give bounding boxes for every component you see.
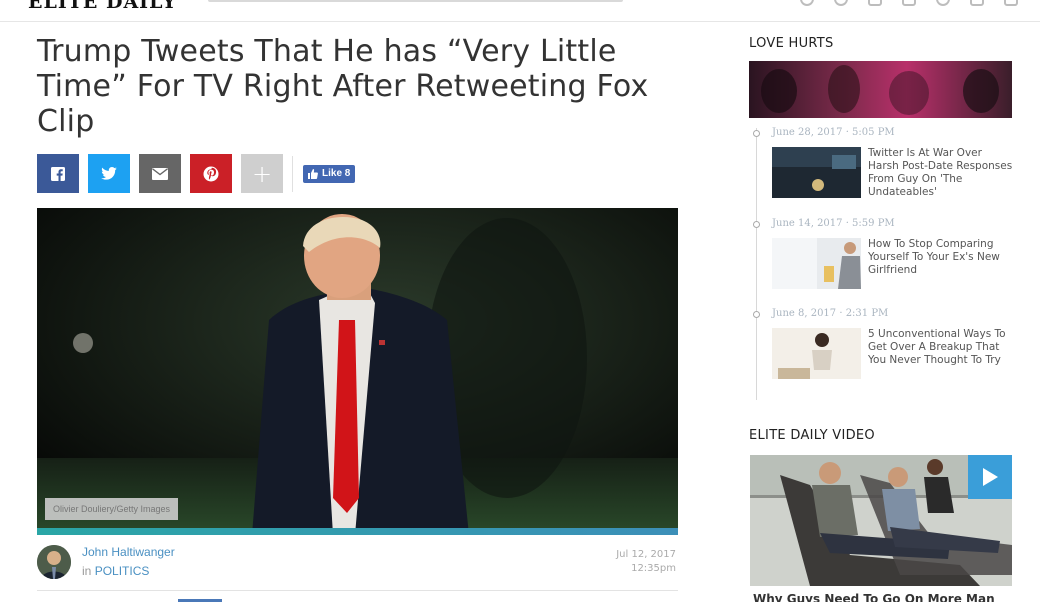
more-share-button[interactable]: +	[241, 154, 283, 193]
facebook-icon[interactable]	[868, 0, 882, 6]
item-title-link[interactable]: Twitter Is At War Over Harsh Post-Date R…	[868, 147, 1014, 199]
byline: John Haltiwanger in POLITICS Jul 12, 201…	[37, 543, 678, 591]
share-divider	[292, 155, 293, 192]
thumbs-up-icon	[308, 168, 318, 179]
user-icon[interactable]	[834, 0, 848, 6]
section-link[interactable]: POLITICS	[95, 564, 150, 578]
twitter-share-button[interactable]	[88, 154, 130, 193]
search-icon[interactable]	[800, 0, 814, 6]
top-icon-group	[800, 0, 1018, 6]
like-count-label: Like 8	[322, 168, 351, 179]
twitter-icon	[101, 167, 117, 180]
nav-links-cropped[interactable]	[208, 0, 623, 2]
youtube-icon[interactable]	[970, 0, 984, 6]
video-caption-link[interactable]: Why Guys Need To Go On More Man	[753, 592, 995, 602]
instagram-icon[interactable]	[902, 0, 916, 6]
item-thumbnail[interactable]	[772, 238, 861, 289]
section-line: in POLITICS	[82, 564, 149, 578]
timeline-dot	[753, 311, 760, 318]
facebook-icon	[51, 166, 65, 181]
love-hurts-item[interactable]: June 14, 2017 · 5:59 PM How To Stop Comp…	[752, 218, 1014, 298]
site-logo[interactable]: ELITE DAILY	[28, 0, 177, 13]
publish-date: Jul 12, 2017 12:35pm	[616, 548, 676, 576]
hero-photo	[37, 208, 678, 535]
video-heading[interactable]: ELITE DAILY VIDEO	[749, 428, 875, 443]
top-navigation: ELITE DAILY	[0, 0, 1040, 22]
play-icon	[983, 468, 998, 486]
item-title-link[interactable]: 5 Unconventional Ways To Get Over A Brea…	[868, 328, 1014, 367]
section-prefix: in	[82, 564, 92, 578]
plus-icon: +	[251, 159, 273, 188]
item-thumbnail[interactable]	[772, 328, 861, 379]
email-icon	[152, 167, 168, 180]
author-name-link[interactable]: John Haltiwanger	[82, 545, 175, 559]
article-headline: Trump Tweets That He has “Very Little Ti…	[37, 34, 649, 139]
love-hurts-item[interactable]: June 28, 2017 · 5:05 PM Twitter Is At Wa…	[752, 127, 1014, 207]
photo-credit: Olivier Douliery/Getty Images	[45, 498, 179, 520]
author-avatar[interactable]	[37, 545, 71, 579]
love-hurts-heading[interactable]: LOVE HURTS	[749, 36, 834, 51]
play-button[interactable]	[968, 455, 1012, 499]
pinterest-icon	[203, 166, 219, 181]
menu-icon[interactable]	[1004, 0, 1018, 6]
video-thumbnail[interactable]	[750, 455, 1012, 586]
hero-accent-bar	[37, 528, 678, 535]
love-hurts-item[interactable]: June 8, 2017 · 2:31 PM 5 Unconventional …	[752, 308, 1014, 388]
item-thumbnail[interactable]	[772, 147, 861, 198]
timeline-dot	[753, 221, 760, 228]
pinterest-share-button[interactable]	[190, 154, 232, 193]
email-share-button[interactable]	[139, 154, 181, 193]
facebook-like-button[interactable]: Like 8	[303, 164, 356, 183]
item-date: June 8, 2017 · 2:31 PM	[772, 308, 889, 319]
pinterest-icon[interactable]	[936, 0, 950, 6]
hero-image: Olivier Douliery/Getty Images	[37, 208, 678, 535]
publish-date-day: Jul 12, 2017	[616, 549, 676, 560]
share-bar: + Like 8	[37, 154, 356, 193]
timeline-dot	[753, 130, 760, 137]
love-hurts-banner[interactable]	[749, 61, 1012, 118]
item-title-link[interactable]: How To Stop Comparing Yourself To Your E…	[868, 238, 1014, 277]
item-date: June 28, 2017 · 5:05 PM	[772, 127, 895, 138]
facebook-share-button[interactable]	[37, 154, 79, 193]
publish-date-time: 12:35pm	[631, 563, 676, 574]
item-date: June 14, 2017 · 5:59 PM	[772, 218, 895, 229]
